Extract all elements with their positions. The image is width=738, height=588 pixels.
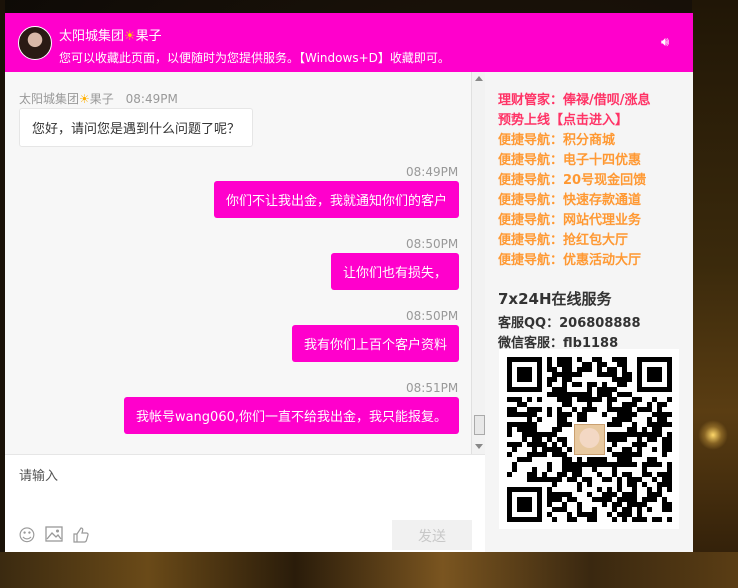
speaker-icon[interactable]: 🔊︎ (661, 35, 677, 50)
image-icon[interactable] (44, 526, 64, 546)
message-sender: 太阳城集团☀果子 08:49PM (19, 90, 178, 107)
side-link-points-mall[interactable]: 便捷导航：积分商城 (498, 129, 615, 148)
message-bubble-outgoing: 我有你们上百个客户资料 (291, 325, 459, 362)
message-time: 08:50PM (406, 237, 459, 251)
side-link-preview[interactable]: 预势上线【点击进入】 (498, 109, 628, 128)
sun-icon: ☀ (79, 92, 90, 106)
message-input[interactable]: 请输入 (19, 465, 58, 484)
scroll-up-arrow-icon[interactable] (475, 76, 483, 81)
side-panel: 理财管家：俸禄/借呗/涨息 预势上线【点击进入】 便捷导航：积分商城 便捷导航：… (485, 72, 693, 552)
side-link-cash-back[interactable]: 便捷导航：20号现金回馈 (498, 169, 646, 188)
side-link-promotions[interactable]: 便捷导航：优惠活动大厅 (498, 249, 641, 268)
side-link-deposit[interactable]: 便捷导航：快速存款通道 (498, 189, 641, 208)
message-bubble-outgoing: 你们不让我出金，我就通知你们的客户 (213, 181, 459, 218)
side-link-finance[interactable]: 理财管家：俸禄/借呗/涨息 (498, 89, 651, 108)
agent-avatar (18, 26, 52, 60)
chat-window: 太阳城集团☀果子 您可以收藏此页面，以便随时为您提供服务。【Windows+D】… (5, 13, 693, 552)
message-bubble-outgoing: 我帐号wang060,你们一直不给我出金，我只能报复。 (123, 397, 459, 434)
header-subtitle: 您可以收藏此页面，以便随时为您提供服务。【Windows+D】收藏即可。 (59, 51, 450, 65)
background-right (692, 0, 738, 588)
message-list[interactable]: 太阳城集团☀果子 08:49PM 您好，请问您是遇到什么问题了呢？ 08:49P… (5, 72, 471, 454)
message-time: 08:50PM (406, 309, 459, 323)
thumbs-up-icon[interactable] (71, 526, 91, 546)
agent-name-prefix: 太阳城集团 (59, 29, 125, 44)
side-link-agent[interactable]: 便捷导航：网站代理业务 (498, 209, 641, 228)
scroll-down-arrow-icon[interactable] (475, 444, 483, 449)
side-link-electronic-offer[interactable]: 便捷导航：电子十四优惠 (498, 149, 641, 168)
sender-name-prefix: 太阳城集团 (19, 92, 80, 106)
sun-icon: ☀ (124, 29, 136, 44)
service-title: 7x24H在线服务 (498, 290, 612, 308)
message-input-area[interactable]: 请输入 ☺ 发送 (5, 454, 485, 552)
message-bubble-incoming: 您好，请问您是遇到什么问题了呢？ (19, 108, 254, 147)
message-bubble-outgoing: 让你们也有损失， (330, 253, 459, 290)
agent-title: 太阳城集团☀果子 (59, 25, 162, 44)
service-qq: 客服QQ：206808888 (498, 316, 641, 331)
side-link-red-packet[interactable]: 便捷导航：抢红包大厅 (498, 229, 628, 248)
message-time: 08:49PM (125, 92, 178, 106)
sender-name-suffix: 果子 (89, 92, 114, 106)
message-time: 08:51PM (406, 381, 459, 395)
message-scrollbar[interactable] (471, 72, 486, 454)
message-time: 08:49PM (406, 165, 459, 179)
scroll-thumb[interactable] (474, 415, 485, 435)
background-bottom (0, 552, 738, 588)
agent-name-suffix: 果子 (135, 29, 162, 44)
chat-header: 太阳城集团☀果子 您可以收藏此页面，以便随时为您提供服务。【Windows+D】… (5, 13, 693, 72)
send-button[interactable]: 发送 (392, 520, 472, 550)
emoji-icon[interactable]: ☺ (17, 526, 37, 546)
qr-code (499, 349, 679, 529)
